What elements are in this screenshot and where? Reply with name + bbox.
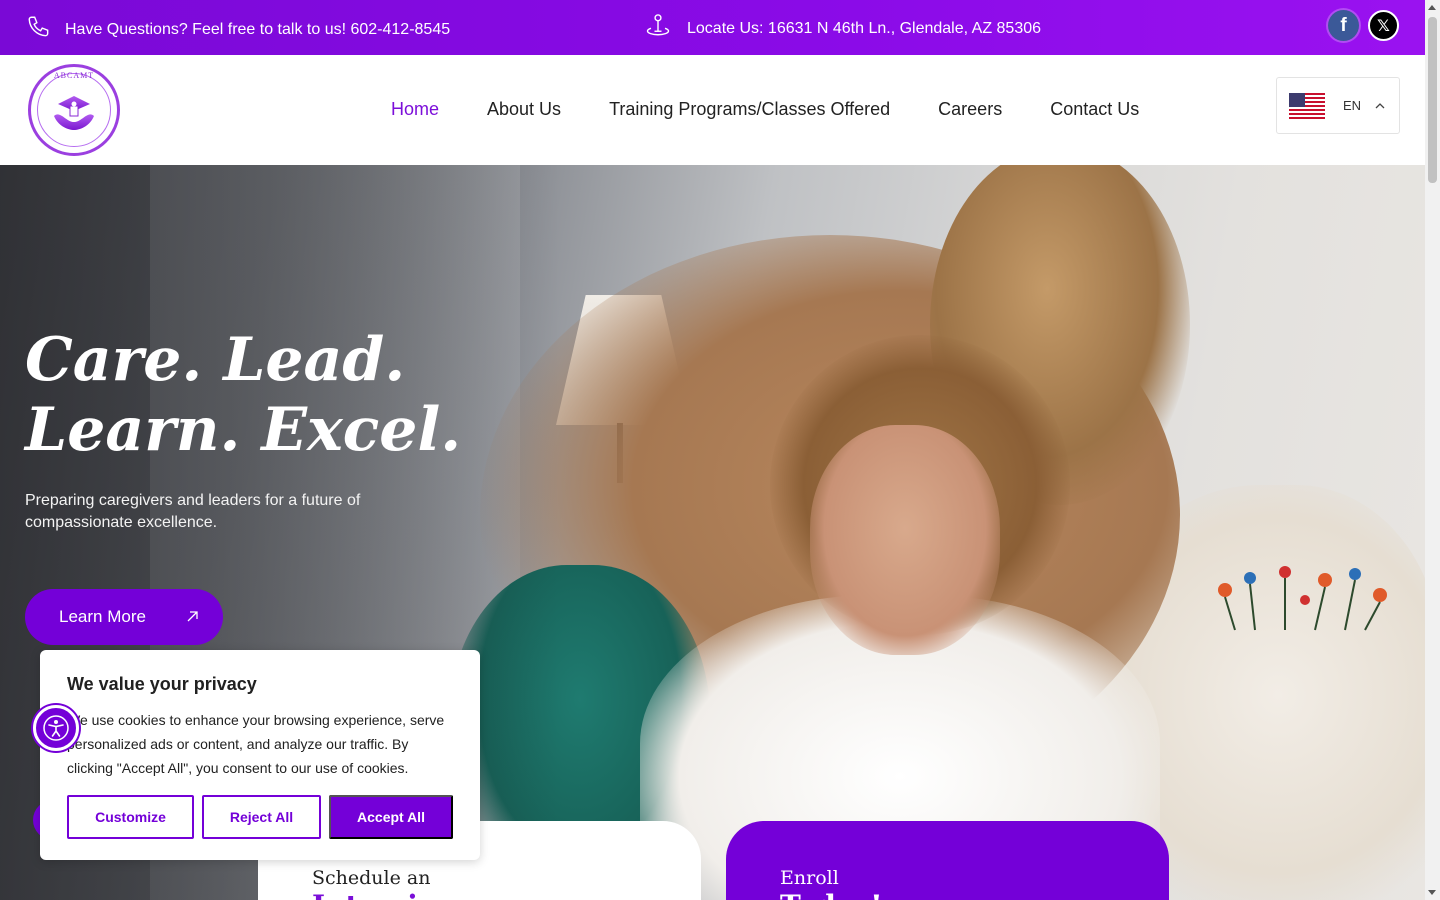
location-text: Locate Us: 16631 N 46th Ln., Glendale, A… — [687, 19, 1042, 37]
chevron-up-icon — [1375, 102, 1385, 108]
site-header: ABCAMT Home About Us Training Programs/C… — [0, 55, 1425, 165]
nav-about-us[interactable]: About Us — [487, 99, 561, 120]
x-twitter-icon[interactable]: 𝕏 — [1368, 10, 1399, 41]
nav-careers[interactable]: Careers — [938, 99, 1002, 120]
customize-button[interactable]: Customize — [67, 795, 194, 839]
page-scrollbar[interactable] — [1425, 0, 1440, 900]
language-code: EN — [1343, 98, 1362, 113]
hero-headline-line2: Learn. Excel. — [25, 395, 462, 465]
enroll-card-title: Today! — [780, 889, 883, 900]
hero-headline-line1: Care. Lead. — [25, 325, 406, 395]
location-info[interactable]: Locate Us: 16631 N 46th Ln., Glendale, A… — [644, 12, 1041, 45]
patient-face — [810, 425, 1000, 655]
accessibility-widget-button[interactable] — [33, 705, 79, 751]
phone-info[interactable]: Have Questions? Feel free to talk to us!… — [26, 14, 450, 45]
schedule-card-label: Schedule an — [312, 867, 431, 889]
hero-headline: Care. Lead. Learn. Excel. — [25, 325, 461, 465]
cookie-title: We value your privacy — [67, 674, 257, 694]
main-nav: Home About Us Training Programs/Classes … — [391, 99, 1139, 120]
top-info-bar: Have Questions? Feel free to talk to us!… — [0, 0, 1425, 55]
logo-emblem — [37, 73, 111, 147]
scroll-down-arrow-icon[interactable] — [1428, 890, 1436, 895]
social-links: f 𝕏 — [1328, 10, 1399, 41]
logo-text: ABCAMT — [53, 71, 95, 80]
scrollbar-thumb[interactable] — [1428, 17, 1437, 183]
enroll-card-label: Enroll — [780, 867, 839, 889]
map-pin-icon — [644, 12, 687, 45]
nav-training-programs[interactable]: Training Programs/Classes Offered — [609, 99, 890, 120]
language-selector[interactable]: EN — [1276, 77, 1400, 134]
reject-all-button[interactable]: Reject All — [202, 795, 321, 839]
learn-more-label: Learn More — [59, 607, 146, 626]
nav-home[interactable]: Home — [391, 99, 439, 120]
graduation-hands-icon — [54, 96, 94, 130]
hero-subtext: Preparing caregivers and leaders for a f… — [25, 492, 361, 531]
enroll-today-card[interactable]: Enroll Today! — [726, 821, 1169, 900]
us-flag-icon — [1289, 92, 1325, 119]
schedule-card-title: Interview — [312, 889, 460, 900]
nav-contact-us[interactable]: Contact Us — [1050, 99, 1139, 120]
arrow-up-right-icon — [187, 611, 198, 622]
accessibility-icon — [43, 715, 69, 741]
site-logo[interactable]: ABCAMT — [28, 64, 120, 156]
facebook-icon[interactable]: f — [1328, 10, 1359, 41]
scroll-up-arrow-icon[interactable] — [1428, 5, 1436, 10]
phone-text: Have Questions? Feel free to talk to us!… — [65, 20, 451, 38]
phone-icon — [26, 14, 65, 45]
accept-all-button[interactable]: Accept All — [329, 795, 453, 839]
cookie-consent-banner: We value your privacy We use cookies to … — [40, 650, 480, 860]
floral-decoration — [1218, 566, 1387, 631]
cookie-message: We use cookies to enhance your browsing … — [67, 712, 445, 776]
learn-more-button[interactable]: Learn More — [25, 589, 223, 645]
